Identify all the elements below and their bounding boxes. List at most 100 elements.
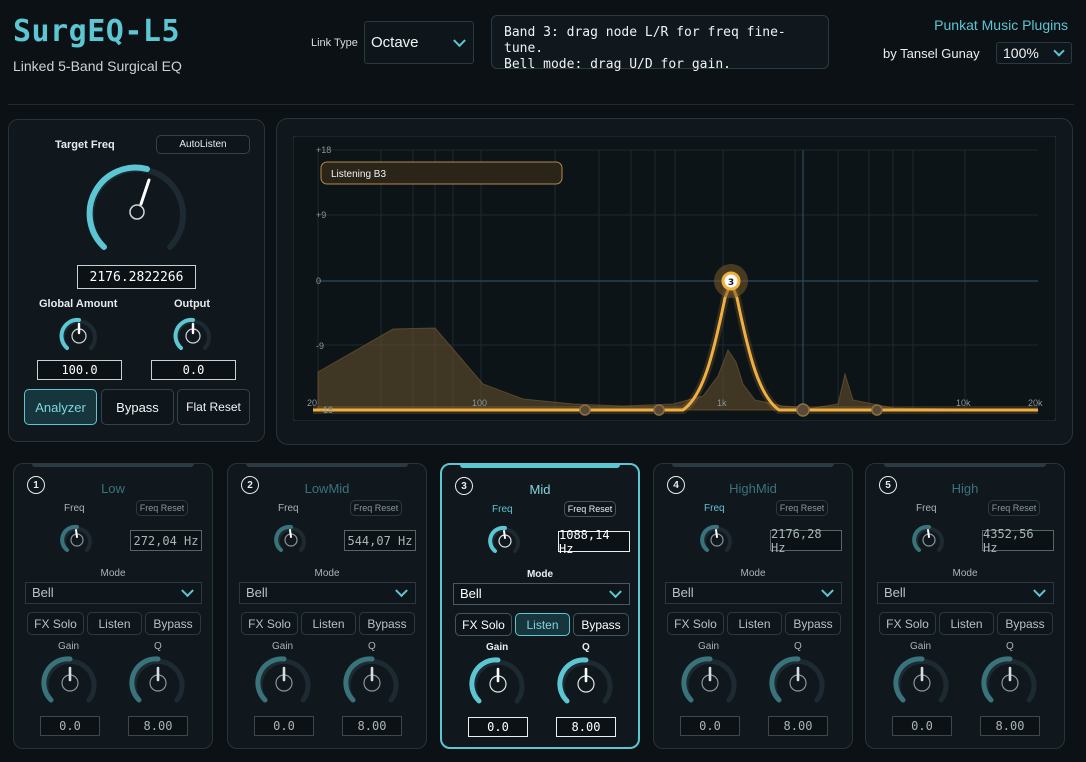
band-3-indicator: [460, 464, 620, 468]
band-4-fx-solo-button[interactable]: FX Solo: [667, 612, 724, 635]
band-3-bypass-button[interactable]: Bypass: [573, 613, 629, 636]
band-3-freq-knob[interactable]: [488, 525, 520, 556]
band-5-mode-label: Mode: [952, 568, 978, 579]
flat-reset-button[interactable]: Flat Reset: [177, 389, 250, 425]
band-5-freq-knob[interactable]: [912, 524, 944, 555]
band-3-gain-knob[interactable]: [469, 657, 525, 711]
band-5-bypass-button[interactable]: Bypass: [997, 612, 1053, 635]
band-4-q-knob[interactable]: [769, 656, 825, 710]
band-4-listen-button[interactable]: Listen: [727, 612, 782, 635]
band-2-name: LowMid: [304, 481, 350, 496]
band-2-q-label: Q: [368, 641, 376, 652]
autolisten-button[interactable]: AutoListen: [156, 135, 250, 154]
chevron-down-icon: [1033, 584, 1046, 598]
band-3-q-value[interactable]: 8.00: [556, 717, 616, 737]
x-label-20k: 20k: [1028, 398, 1043, 408]
x-label-1k: 1k: [717, 398, 727, 408]
y-label-minus18: -18: [320, 405, 333, 415]
band-5-gain-knob[interactable]: [893, 656, 949, 710]
band-2-gain-value[interactable]: 0.0: [254, 716, 314, 736]
band-3-mode-value: Bell: [460, 586, 482, 601]
band-2-listen-button[interactable]: Listen: [301, 612, 356, 635]
zoom-select[interactable]: 100%: [996, 42, 1072, 64]
band-3-strip: 3 Mid Freq Freq Reset 1088,14 Hz Mode Be…: [440, 463, 640, 749]
bypass-button[interactable]: Bypass: [101, 389, 174, 425]
band-3-freq-value[interactable]: 1088,14 Hz: [558, 528, 630, 556]
band-2-freq-reset-button[interactable]: Freq Reset: [350, 500, 402, 516]
app-title: SurgEQ-L5: [13, 14, 181, 49]
target-control-panel: Target Freq AutoListen 2176.2822266 Glob…: [8, 119, 265, 442]
band-2-fx-solo-button[interactable]: FX Solo: [241, 612, 298, 635]
band-2-q-knob[interactable]: [343, 656, 399, 710]
band-5-fx-solo-button[interactable]: FX Solo: [879, 612, 936, 635]
band-5-freq-value[interactable]: 4352,56 Hz: [982, 527, 1054, 555]
band-3-fx-solo-button[interactable]: FX Solo: [455, 613, 512, 636]
band-3-freq-label: Freq: [492, 504, 513, 515]
chevron-down-icon: [453, 33, 466, 47]
band-2-freq-knob[interactable]: [274, 524, 306, 555]
band-4-freq-label: Freq: [704, 503, 725, 514]
band-1-gain-knob[interactable]: [41, 656, 97, 710]
band-5-freq-label: Freq: [916, 503, 937, 514]
band-5-q-knob[interactable]: [981, 656, 1037, 710]
target-freq-knob[interactable]: [86, 162, 187, 262]
band-2-mode-select[interactable]: Bell: [239, 582, 416, 604]
band-2-gain-knob[interactable]: [255, 656, 311, 710]
band-1-mode-label: Mode: [100, 568, 126, 579]
band-3-listen-button[interactable]: Listen: [515, 613, 570, 636]
band-3-mode-select[interactable]: Bell: [453, 583, 630, 605]
band-4-bypass-button[interactable]: Bypass: [785, 612, 841, 635]
band-5-listen-button[interactable]: Listen: [939, 612, 994, 635]
band-3-freq-reset-button[interactable]: Freq Reset: [564, 501, 616, 517]
band-2-mode-value: Bell: [246, 585, 268, 600]
chevron-down-icon: [821, 584, 834, 598]
band-5-freq-reset-button[interactable]: Freq Reset: [988, 500, 1040, 516]
x-label-20: 20: [307, 398, 317, 408]
band-5-mode-select[interactable]: Bell: [877, 582, 1054, 604]
band-4-gain-value[interactable]: 0.0: [680, 716, 740, 736]
band-3-gain-value[interactable]: 0.0: [468, 717, 528, 737]
band-4-freq-value[interactable]: 2176,28 Hz: [770, 527, 842, 555]
target-freq-value[interactable]: 2176.2822266: [77, 265, 196, 289]
link-type-label: Link Type: [311, 37, 358, 49]
band-1-gain-value[interactable]: 0.0: [40, 716, 100, 736]
band-1-listen-button[interactable]: Listen: [87, 612, 142, 635]
link-type-select[interactable]: Octave: [364, 21, 474, 64]
band-5-gain-value[interactable]: 0.0: [892, 716, 952, 736]
band-1-q-knob[interactable]: [129, 656, 185, 710]
app-subtitle: Linked 5-Band Surgical EQ: [13, 58, 182, 74]
band-5-q-value[interactable]: 8.00: [980, 716, 1040, 736]
band-4-q-label: Q: [794, 641, 802, 652]
chevron-down-icon: [609, 585, 622, 599]
band-1-freq-reset-button[interactable]: Freq Reset: [136, 500, 188, 516]
output-knob[interactable]: [173, 317, 211, 354]
band-4-q-value[interactable]: 8.00: [768, 716, 828, 736]
band-5-strip: 5 High Freq Freq Reset 4352,56 Hz Mode B…: [865, 463, 1065, 749]
global-amount-label: Global Amount: [39, 298, 118, 310]
output-value[interactable]: 0.0: [151, 360, 236, 380]
band-2-bypass-button[interactable]: Bypass: [359, 612, 415, 635]
band-1-mode-select[interactable]: Bell: [25, 582, 202, 604]
eq-graph[interactable]: 3 +18 +9 0 -9 -18 20 100 1k 10k 20k List…: [293, 136, 1056, 421]
band-2-q-value[interactable]: 8.00: [342, 716, 402, 736]
y-label-plus9: +9: [316, 210, 326, 220]
band-4-mode-select[interactable]: Bell: [665, 582, 842, 604]
x-label-10k: 10k: [956, 398, 971, 408]
band-4-freq-reset-button[interactable]: Freq Reset: [776, 500, 828, 516]
band-1-bypass-button[interactable]: Bypass: [145, 612, 201, 635]
global-amount-knob[interactable]: [59, 317, 97, 354]
global-amount-value[interactable]: 100.0: [37, 360, 122, 380]
band-1-freq-knob[interactable]: [60, 524, 92, 555]
band-2-mode-label: Mode: [314, 568, 340, 579]
band-4-gain-knob[interactable]: [681, 656, 737, 710]
analyzer-button[interactable]: Analyzer: [24, 389, 97, 425]
band-4-freq-knob[interactable]: [700, 524, 732, 555]
band-1-freq-value[interactable]: 272,04 Hz: [130, 530, 202, 551]
band-1-q-value[interactable]: 8.00: [128, 716, 188, 736]
band-3-q-label: Q: [582, 642, 590, 653]
band-1-fx-solo-button[interactable]: FX Solo: [27, 612, 84, 635]
band-5-indicator: [884, 463, 1046, 467]
band-3-q-knob[interactable]: [557, 657, 613, 711]
band-2-freq-value[interactable]: 544,07 Hz: [344, 530, 416, 551]
x-label-100: 100: [472, 398, 487, 408]
